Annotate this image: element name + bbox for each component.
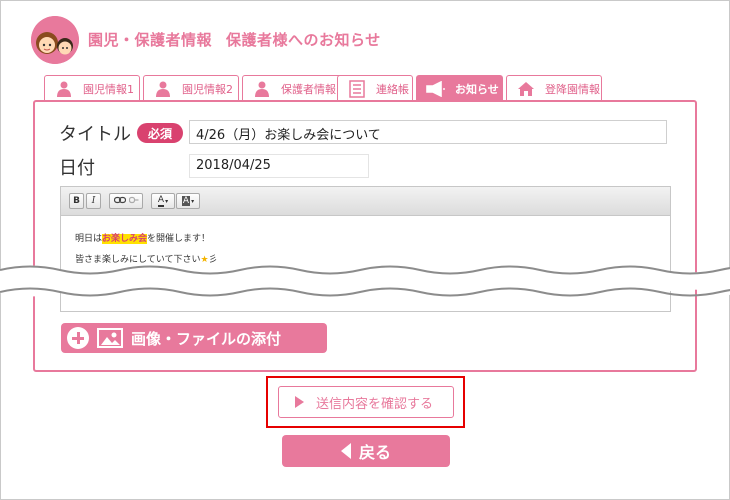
tab-label: 連絡帳 — [376, 82, 409, 96]
person-icon — [152, 80, 174, 98]
dropdown-arrow-icon: ▾ — [165, 197, 169, 205]
header-title: 園児・保護者情報 — [88, 31, 213, 49]
editor-highlight-text: お楽しみ会 — [102, 234, 148, 244]
confirm-send-button[interactable]: 送信内容を確認する — [278, 386, 454, 418]
person-icon — [251, 80, 273, 98]
back-label: 戻る — [358, 443, 391, 462]
tab-label: 園児情報1 — [83, 82, 134, 96]
date-label: 日付 — [59, 158, 95, 179]
house-icon — [515, 80, 537, 98]
tab-child-info-2[interactable]: 園児情報2 — [143, 75, 239, 101]
bg-color-button[interactable]: A ▾ — [176, 193, 200, 209]
confirm-label: 送信内容を確認する — [316, 396, 434, 412]
plus-icon — [67, 327, 89, 349]
date-input[interactable]: 2018/04/25 — [189, 154, 369, 178]
tab-label: お知らせ — [455, 82, 499, 96]
editor-toolbar: B I A ▾ A ▾ — [61, 187, 670, 216]
megaphone-icon — [425, 80, 447, 98]
required-badge: 必須 — [137, 123, 183, 143]
title-label: タイトル — [59, 124, 131, 145]
text-color-label: A — [157, 194, 165, 207]
dropdown-arrow-icon: ▾ — [191, 197, 195, 205]
header-subtitle: 保護者様へのお知らせ — [226, 31, 381, 49]
tab-label: 登降園情報 — [545, 82, 600, 96]
editor-text: を開催します！ — [147, 234, 211, 244]
title-input[interactable]: 4/26（月）お楽しみ会について — [189, 120, 667, 144]
image-icon — [97, 328, 123, 348]
tab-child-info-1[interactable]: 園児情報1 — [44, 75, 140, 101]
link-icon[interactable] — [113, 196, 126, 207]
person-icon — [53, 80, 75, 98]
editor-line-1: 明日はお楽しみ会を開催します！ — [75, 231, 210, 244]
tab-notice[interactable]: お知らせ — [416, 75, 503, 101]
attach-label: 画像・ファイルの添付 — [131, 329, 282, 348]
content-omitted-wave — [0, 264, 730, 302]
tab-attendance-info[interactable]: 登降園情報 — [506, 75, 602, 101]
notebook-icon — [346, 79, 368, 98]
editor-text: 明日は — [75, 234, 103, 244]
children-avatar-icon — [31, 16, 79, 64]
tab-label: 保護者情報 — [281, 82, 336, 96]
text-color-button[interactable]: A ▾ — [151, 193, 175, 209]
tab-contact-book[interactable]: 連絡帳 — [337, 75, 413, 101]
back-button[interactable]: 戻る — [282, 435, 450, 467]
bold-button[interactable]: B — [69, 193, 84, 209]
back-arrow-icon — [340, 443, 351, 459]
play-arrow-icon — [295, 396, 304, 408]
page-title: 園児・保護者情報 保護者様へのお知らせ — [88, 29, 381, 50]
unlink-icon[interactable] — [128, 196, 139, 207]
bg-color-label: A — [181, 196, 191, 206]
attach-file-button[interactable]: 画像・ファイルの添付 — [61, 323, 327, 353]
tab-label: 園児情報2 — [182, 82, 233, 96]
italic-button[interactable]: I — [86, 193, 101, 209]
link-button-group — [109, 193, 143, 209]
